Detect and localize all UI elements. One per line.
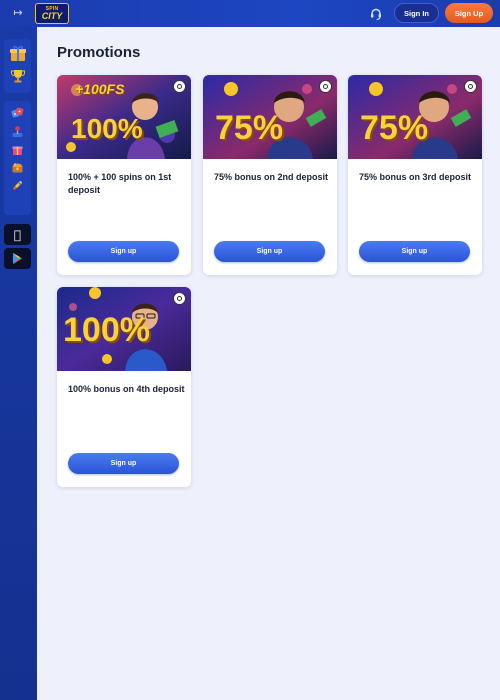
page-title: Promotions [57,44,141,61]
promo-image[interactable]: +100FS 100% [57,75,191,159]
promo-badge: 75% [360,109,429,147]
promo-badge: 100% [71,113,143,144]
info-icon[interactable] [464,80,477,93]
promo-image[interactable]: 75% [348,75,482,159]
headset-support-icon[interactable] [369,7,383,21]
signup-button[interactable]: Sign Up [445,3,493,23]
dice-icon[interactable] [6,104,29,122]
info-icon[interactable] [173,80,186,93]
google-play-icon[interactable] [4,248,31,269]
promo-signup-button[interactable]: Sign up [214,241,325,262]
present-icon[interactable] [6,140,29,158]
trophy-icon[interactable] [6,64,29,87]
collapse-sidebar-icon[interactable]: ↦ [10,6,26,20]
promo-signup-button[interactable]: Sign up [359,241,470,262]
promo-card: 100% 100% bonus on 4th deposit Sign up [57,287,191,487]
promo-image[interactable]: 100% [57,287,191,371]
promo-card: 75% 75% bonus on 2nd deposit Sign up [203,75,337,275]
rocket-icon[interactable] [6,176,29,194]
site-logo[interactable]: SPIN CITY [35,3,69,24]
promo-badge: 75% [215,109,284,147]
gift-icon[interactable] [6,41,29,64]
promo-title: 75% bonus on 3rd deposit [359,172,472,182]
apple-app-icon[interactable]:  [4,224,31,245]
promo-badge-extra: +100FS [75,81,125,97]
sidebar-group-games [4,101,31,215]
info-icon[interactable] [319,80,332,93]
promo-card: +100FS 100% 100% + 100 spins on 1st depo… [57,75,191,275]
info-icon[interactable] [173,292,186,305]
logo-text-bottom: CITY [41,10,63,21]
treasure-icon[interactable] [6,158,29,176]
promo-title: 75% bonus on 2nd deposit [214,172,329,182]
promo-card: 75% 75% bonus on 3rd deposit Sign up [348,75,482,275]
top-header: ↦ SPIN CITY Sign In Sign Up [0,0,500,27]
promo-signup-button[interactable]: Sign up [68,241,179,262]
sidebar-group-promos [4,39,31,93]
promo-title: 100% bonus on 4th deposit [68,384,185,394]
signin-button[interactable]: Sign In [394,3,439,23]
joystick-icon[interactable] [6,122,29,140]
promo-title: 100% + 100 spins on 1st deposit [68,172,172,195]
promo-image[interactable]: 75% [203,75,337,159]
sidebar:  [0,27,37,700]
promo-signup-button[interactable]: Sign up [68,453,179,474]
promo-badge: 100% [63,311,150,349]
